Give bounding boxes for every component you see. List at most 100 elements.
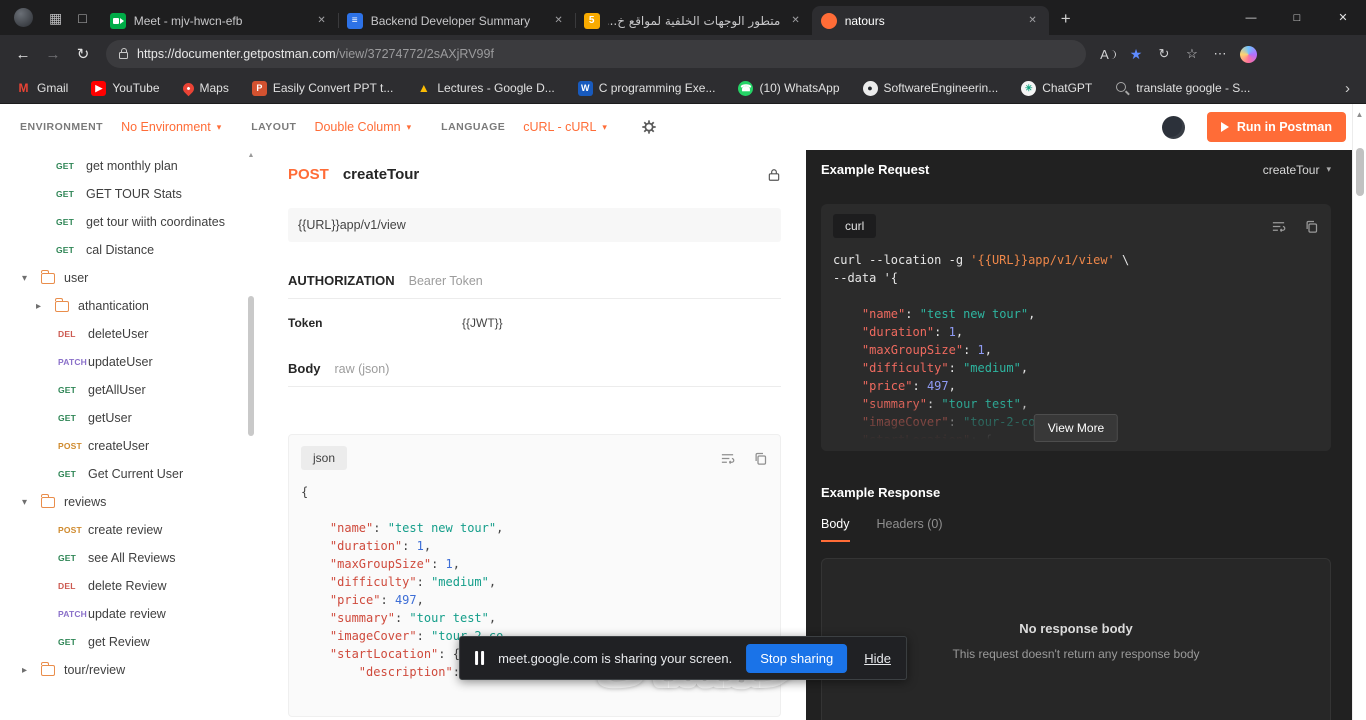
body-section-header: Body raw (json) [288,361,781,387]
wrap-text-icon[interactable] [1271,219,1286,234]
bookmark-github[interactable]: ● SoftwareEngineerin... [862,80,999,96]
sidebar-request-get-tour-stats[interactable]: GET GET TOUR Stats [0,180,260,208]
sidebar-request-update-review[interactable]: PATCH update review [0,600,260,628]
scrollbar-thumb[interactable] [248,296,254,436]
chevron-down-icon: ▾ [216,121,222,132]
example-request-selector[interactable]: createTour ▾ [1263,163,1331,177]
bookmark-drive[interactable]: ▲ Lectures - Google D... [416,81,555,96]
forward-button[interactable]: → [38,39,68,69]
copy-icon[interactable] [1304,219,1319,234]
environment-select[interactable]: No Environment ▾ [121,120,221,134]
bookmark-ppt[interactable]: P Easily Convert PPT t... [251,80,393,96]
tab-arabic-page[interactable]: 5 متطور الوجهات الخلفية لمواقع خ... ✕ [574,6,812,35]
sidebar-request-get-tour-wiith-coordinates[interactable]: GET get tour wiith coordinates [0,208,260,236]
refresh-button[interactable]: ↻ [68,39,98,69]
sidebar-folder-user[interactable]: ▾ user [0,264,260,292]
drive-icon: ▲ [417,81,430,95]
sidebar-request-deleteuser[interactable]: DEL deleteUser [0,320,260,348]
dark-mode-toggle-moon-icon[interactable] [1161,115,1185,139]
bookmarks-bar: M Gmail ▶ YouTube Maps P Easily Convert PPT t.… [0,73,1366,104]
bookmark-gmail[interactable]: M Gmail [16,81,69,96]
reload-device-icon[interactable]: ↻ [1150,40,1178,68]
authorization-type: Bearer Token [408,274,483,288]
close-tab-icon[interactable]: ✕ [551,13,565,28]
bookmark-maps-pin[interactable]: Maps [180,80,229,96]
tab-google-meet[interactable]: Meet - mjv-hwcn-efb ✕ [101,6,338,35]
language-chip-curl[interactable]: curl [833,214,877,238]
page-scrollbar[interactable]: ▲ [1352,104,1366,720]
bookmark-search[interactable]: translate google - S... [1115,81,1250,96]
settings-gear-icon[interactable] [641,119,657,135]
bookmark-chatgpt[interactable]: ✳ ChatGPT [1021,80,1092,96]
request-label: GET TOUR Stats [86,187,182,201]
language-select[interactable]: cURL - cURL ▾ [523,120,607,134]
close-tab-icon[interactable]: ✕ [314,13,328,28]
sidebar-request-create-review[interactable]: POST create review [0,516,260,544]
body-type: raw (json) [334,362,390,376]
minimize-button[interactable]: — [1228,0,1274,35]
tab-response-body[interactable]: Body [821,517,850,542]
code-line: "duration": 1, [861,325,964,339]
sidebar-request-createuser[interactable]: POST createUser [0,432,260,460]
bookmark-word-doc[interactable]: W C programming Exe... [577,80,715,96]
bookmark-youtube[interactable]: ▶ YouTube [91,80,160,96]
bookmarks-overflow-chevron[interactable]: › [1345,80,1350,97]
token-row: Token {{JWT}} [288,316,781,330]
profile-avatar[interactable] [14,8,33,27]
bookmark-label: Gmail [37,81,69,95]
tab-actions-icon[interactable]: □ [78,11,86,25]
wrap-text-icon[interactable] [720,451,735,466]
sidebar-request-see-all-reviews[interactable]: GET see All Reviews [0,544,260,572]
close-window-button[interactable]: ✕ [1320,0,1366,35]
documenter-body: GET get monthly plan GET GET TOUR Stats GET g… [0,150,1352,720]
lock-icon [119,48,128,59]
sidebar-request-get-review[interactable]: GET get Review [0,628,260,656]
workspaces-icon[interactable]: ▦ [49,11,62,25]
sidebar-folder-tour-review[interactable]: ▸ tour/review [0,656,260,684]
bookmark-whatsapp[interactable]: ☎ (10) WhatsApp [738,80,840,96]
sidebar-folder-reviews[interactable]: ▾ reviews [0,488,260,516]
sidebar-scrollbar[interactable]: ▲ [246,152,256,720]
auth-lock-icon [767,167,781,183]
code-line: "maxGroupSize": 1, [861,343,992,357]
read-aloud-icon[interactable]: A [1094,40,1122,68]
sidebar-request-get-monthly-plan[interactable]: GET get monthly plan [0,152,260,180]
scrollbar-thumb[interactable] [1356,148,1364,196]
favorites-icon[interactable]: ☆ [1178,40,1206,68]
back-button[interactable]: ← [8,39,38,69]
maximize-button[interactable]: □ [1274,0,1320,35]
sidebar-request-cal-distance[interactable]: GET cal Distance [0,236,260,264]
sidebar-request-updateuser[interactable]: PATCH updateUser [0,348,260,376]
scroll-up-arrow[interactable]: ▲ [1353,104,1366,119]
address-bar[interactable]: https://documenter.getpostman.com/view/3… [106,40,1086,68]
hide-banner-button[interactable]: Hide [864,651,891,666]
close-tab-icon[interactable]: ✕ [1025,13,1039,28]
whatsapp-icon: ☎ [738,80,754,96]
request-label: update review [88,607,166,621]
request-label: get tour wiith coordinates [86,215,225,229]
more-menu-icon[interactable]: ⋯ [1206,40,1234,68]
layout-label: LAYOUT [251,121,297,133]
bookmark-label: SoftwareEngineerin... [883,81,999,95]
language-chip-json[interactable]: json [301,446,348,470]
body-heading: Body [288,361,321,376]
tab-backend-summary[interactable]: ≡ Backend Developer Summary ✕ [337,6,575,35]
sidebar-request-getuser[interactable]: GET getUser [0,404,260,432]
sidebar-folder-athantication[interactable]: ▸ athantication [0,292,260,320]
new-tab-button[interactable]: + [1061,9,1071,29]
sidebar-request-get-current-user[interactable]: GET Get Current User [0,460,260,488]
view-more-button[interactable]: View More [1033,414,1119,442]
tab-natours[interactable]: natours ✕ [811,6,1049,35]
run-in-postman-button[interactable]: Run in Postman [1206,112,1346,142]
tab-response-headers[interactable]: Headers (0) [877,517,943,542]
layout-select[interactable]: Double Column ▾ [314,120,411,134]
stop-sharing-button[interactable]: Stop sharing [746,643,848,673]
close-tab-icon[interactable]: ✕ [788,13,802,28]
folder-icon [54,297,69,312]
favorite-star-icon[interactable]: ★ [1122,40,1150,68]
scroll-up-arrow[interactable]: ▲ [246,152,256,159]
sidebar-request-getalluser[interactable]: GET getAllUser [0,376,260,404]
sidebar-request-delete-review[interactable]: DEL delete Review [0,572,260,600]
copilot-icon[interactable] [1234,40,1262,68]
copy-icon[interactable] [753,451,768,466]
